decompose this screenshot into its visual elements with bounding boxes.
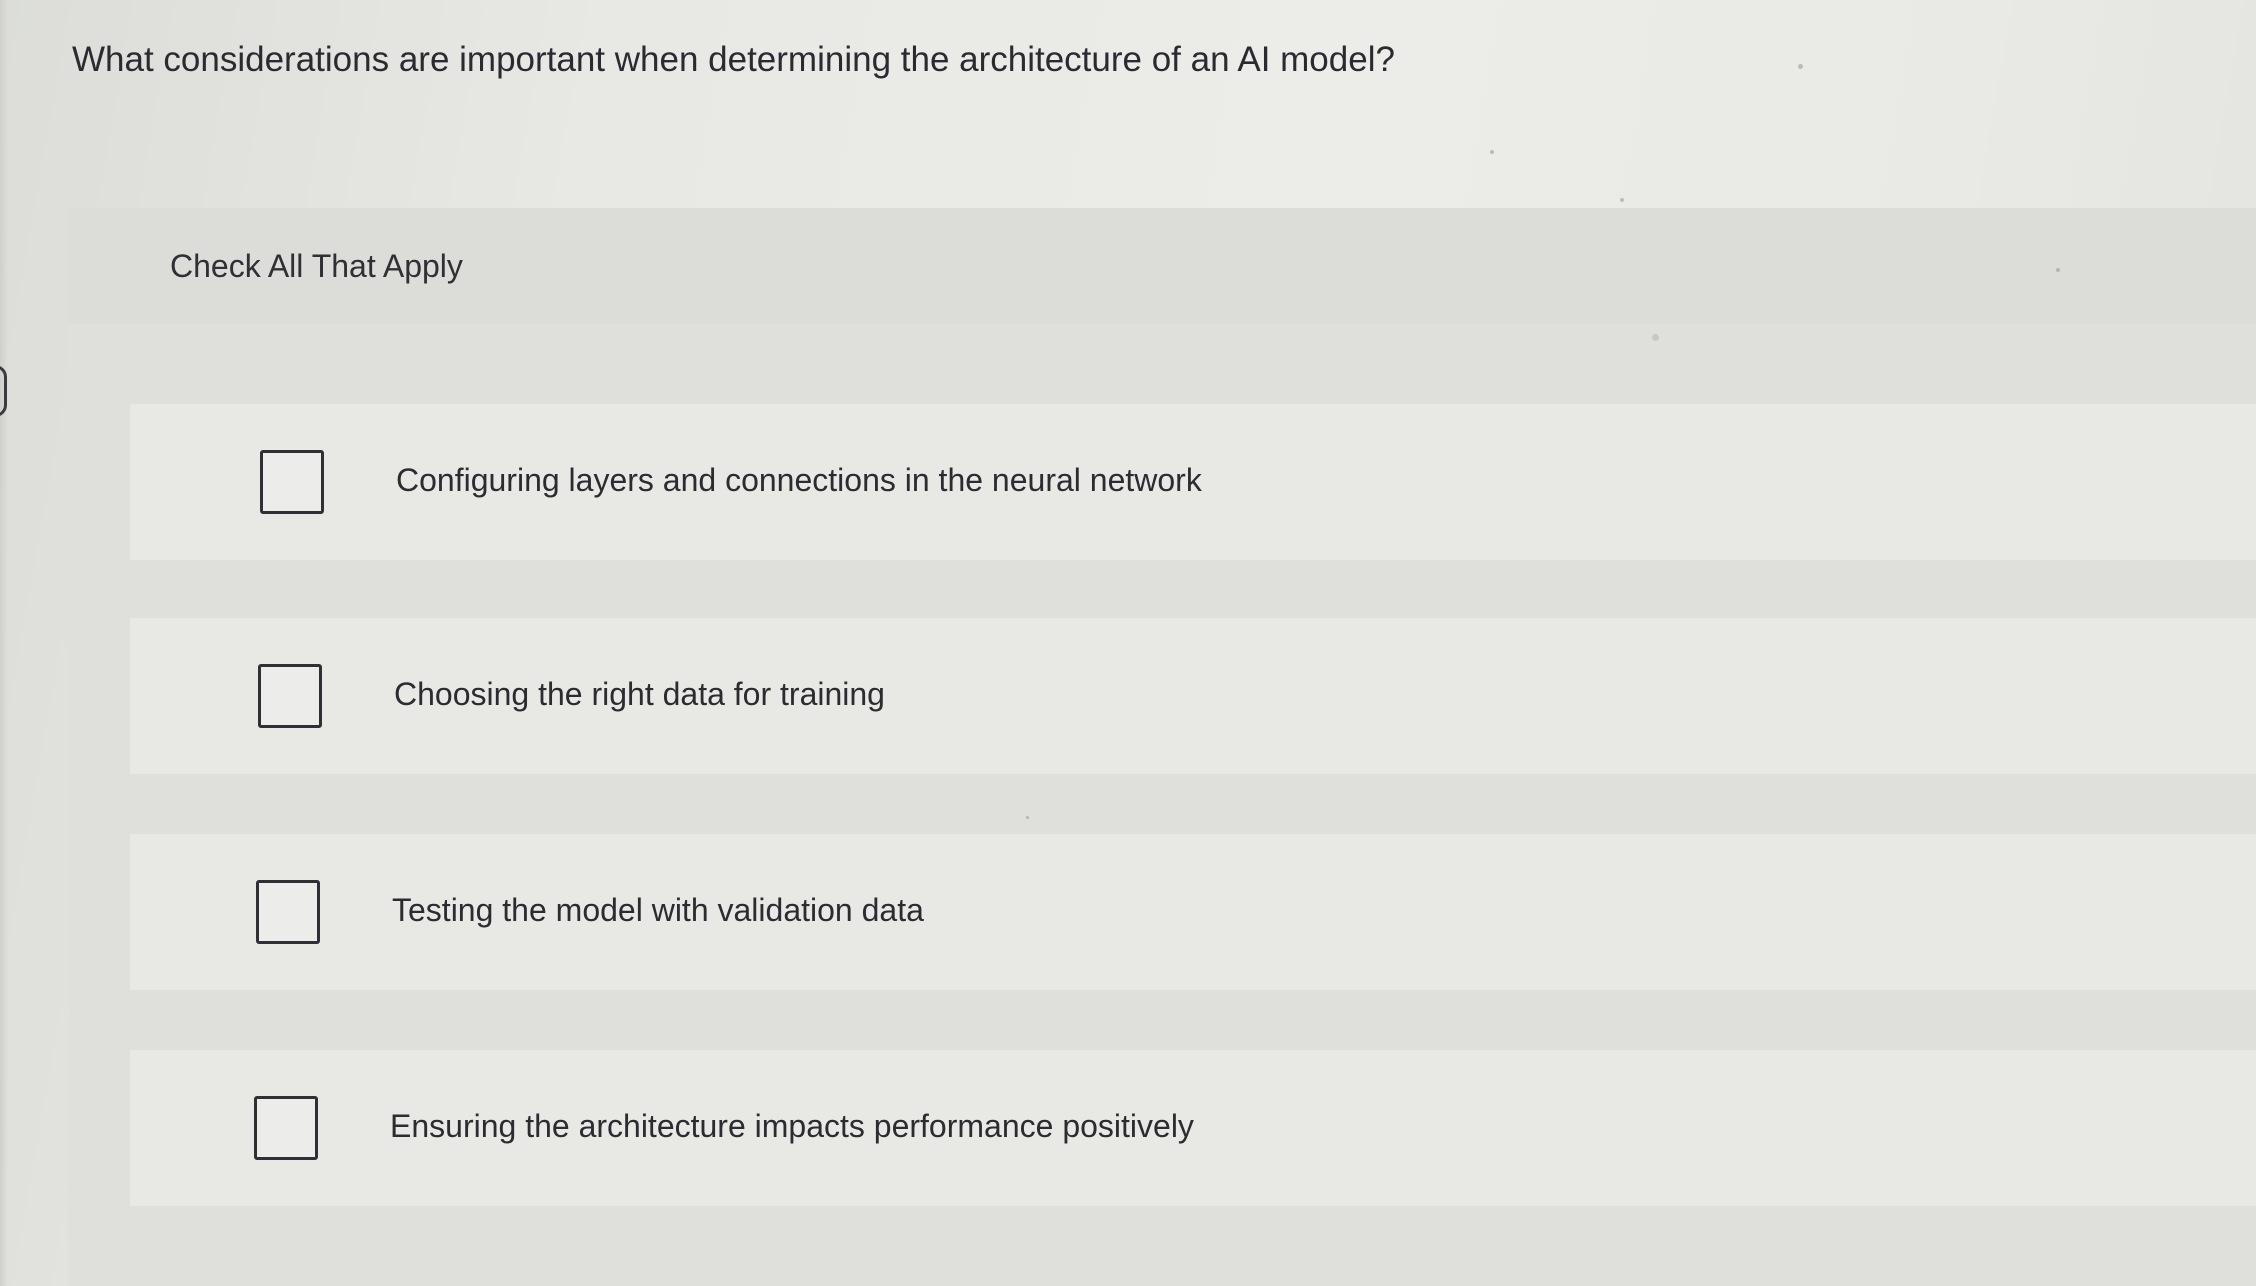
option-row-1[interactable]: Configuring layers and connections in th… (130, 404, 2256, 560)
option-4-label: Ensuring the architecture impacts perfor… (390, 1108, 1194, 1144)
question-text: What considerations are important when d… (72, 40, 1395, 79)
option-row-4[interactable]: Ensuring the architecture impacts perfor… (130, 1050, 2256, 1206)
instruction-text: Check All That Apply (170, 248, 463, 284)
page-background: What considerations are important when d… (0, 0, 2256, 1286)
option-4-checkbox[interactable] (254, 1096, 318, 1160)
option-2-label: Choosing the right data for training (394, 676, 885, 712)
option-1-label: Configuring layers and connections in th… (396, 462, 1202, 498)
left-edge-shadow (0, 0, 8, 1286)
left-edge-bracket (0, 365, 7, 417)
option-row-3[interactable]: Testing the model with validation data (130, 834, 2256, 990)
option-3-label: Testing the model with validation data (392, 892, 924, 928)
answer-panel: Check All That Apply Configuring layers … (68, 208, 2256, 1286)
option-2-checkbox[interactable] (258, 664, 322, 728)
instruction-band: Check All That Apply (68, 208, 2256, 324)
option-row-2[interactable]: Choosing the right data for training (130, 618, 2256, 774)
option-1-checkbox[interactable] (260, 450, 324, 514)
option-3-checkbox[interactable] (256, 880, 320, 944)
